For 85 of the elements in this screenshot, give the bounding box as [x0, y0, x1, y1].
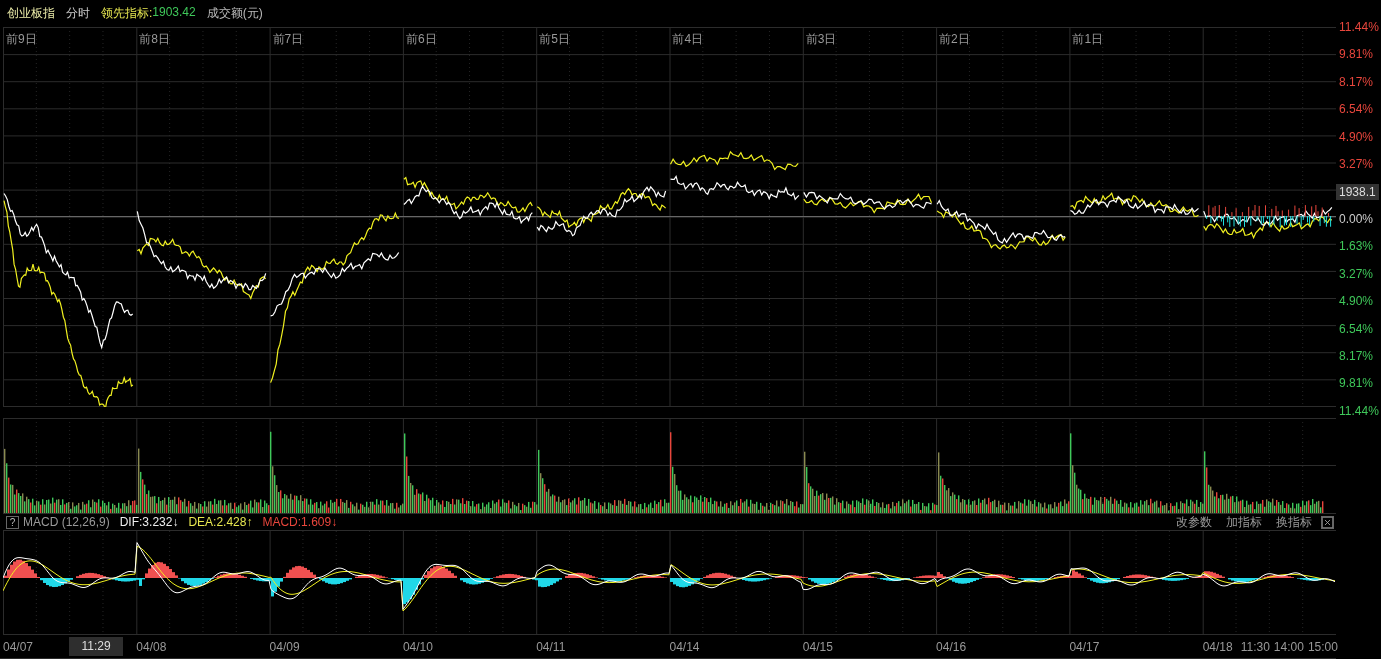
macd-positive-hump: [982, 574, 1015, 578]
date-label: 04/09: [269, 639, 300, 654]
macd-negative-hump: [529, 578, 562, 588]
axis-label: 3.27%: [1339, 157, 1374, 172]
macd-positive-hump: [703, 572, 736, 578]
price-tag: 1938.1: [1336, 183, 1379, 200]
macd-negative-hump: [319, 578, 352, 585]
axis-label: 3.27%: [1339, 266, 1374, 281]
macd-positive-hump: [76, 572, 109, 578]
axis-label: 8.17%: [1339, 74, 1374, 89]
macd-negative-hump: [808, 578, 841, 585]
indicator-label: 领先指标:: [101, 5, 153, 22]
time-label: 14:00: [1273, 639, 1304, 654]
macd-negative-hump: [739, 578, 772, 582]
indicator-value: 1903.42: [152, 5, 196, 21]
axis-label: 0.00%: [1339, 211, 1374, 226]
axis-label: 4.90%: [1339, 294, 1374, 309]
date-label: 04/07: [3, 639, 34, 654]
macd-positive-hump: [634, 575, 667, 578]
close-icon[interactable]: [1321, 515, 1334, 529]
macd-negative-hump: [460, 578, 493, 585]
volume-label: 成交额(元): [206, 5, 263, 22]
date-label: 04/11: [536, 639, 566, 654]
axis-label: 1.63%: [1339, 239, 1374, 254]
macd-negative-hump: [1228, 578, 1261, 583]
toolbar-button[interactable]: 改参数: [1171, 513, 1217, 531]
macd-negative-hump: [178, 578, 214, 587]
day-label: 前8日: [139, 32, 170, 46]
day-label: 前2日: [939, 32, 970, 46]
macd-negative-hump: [388, 578, 424, 605]
axis-label: 6.54%: [1339, 102, 1374, 117]
indicator-reading: DIF:3.232↓: [119, 515, 179, 529]
macd-negative-hump: [250, 578, 283, 597]
toolbar-button[interactable]: 换指标: [1271, 513, 1317, 531]
date-label: 04/16: [936, 639, 967, 654]
day-label: 前7日: [272, 32, 304, 46]
axis-label: 8.17%: [1339, 349, 1374, 364]
axis-label: 11.44%: [1339, 20, 1379, 34]
macd-positive-hump: [913, 572, 946, 578]
macd-negative-hump: [1087, 578, 1120, 584]
macd-positive-hump: [424, 565, 457, 578]
macd-positive-hump: [4, 559, 40, 578]
indicator-name: MACD (12,26,9): [23, 515, 110, 529]
indicator-reading: MACD:1.609↓: [262, 515, 338, 529]
day-label: 前4日: [672, 32, 704, 46]
macd-positive-hump: [214, 573, 247, 578]
macd-positive-hump: [493, 573, 526, 578]
macd-positive-hump: [844, 574, 877, 578]
axis-label: 9.81%: [1339, 47, 1374, 62]
date-label: 04/15: [802, 639, 833, 654]
axis-label: 4.90%: [1339, 129, 1374, 144]
macd-positive-hump: [355, 573, 388, 578]
macd-positive-hump: [1054, 570, 1087, 578]
help-button[interactable]: ?: [6, 515, 19, 529]
day-label: 前9日: [6, 32, 37, 46]
day-label: 前1日: [1072, 32, 1104, 46]
time-label: 15:00: [1307, 639, 1338, 654]
macd-negative-hump: [40, 578, 73, 587]
date-label: 04/10: [402, 639, 433, 654]
day-label: 前6日: [405, 32, 437, 46]
macd-negative-hump: [1018, 578, 1051, 581]
index-title: 创业板指: [7, 5, 55, 22]
time-label: 11:30: [1240, 639, 1270, 654]
macd-negative-hump: [946, 578, 982, 584]
axis-label: 9.81%: [1339, 376, 1374, 391]
mode-label[interactable]: 分时: [66, 5, 90, 22]
date-label: 04/18: [1202, 639, 1233, 654]
macd-positive-hump: [145, 561, 178, 578]
macd-negative-hump: [670, 578, 703, 588]
macd-positive-hump: [565, 572, 598, 578]
toolbar-button[interactable]: 加指标: [1221, 513, 1267, 531]
date-label: 04/17: [1069, 639, 1100, 654]
macd-positive-hump: [283, 565, 319, 578]
date-label: 04/08: [136, 639, 167, 654]
macd-negative-hump: [877, 578, 910, 582]
date-label: 04/14: [669, 639, 700, 654]
axis-label: 11.44%: [1339, 403, 1379, 418]
day-label: 前3日: [805, 32, 837, 46]
indicator-reading: DEA:2.428↑: [188, 515, 253, 529]
macd-positive-hump: [775, 575, 808, 578]
macd-positive-hump: [1261, 574, 1294, 578]
cursor-time-label: 11:29: [69, 637, 123, 656]
day-label: 前5日: [539, 32, 570, 46]
axis-label: 6.54%: [1339, 321, 1374, 336]
macd-negative-hump: [598, 578, 631, 582]
